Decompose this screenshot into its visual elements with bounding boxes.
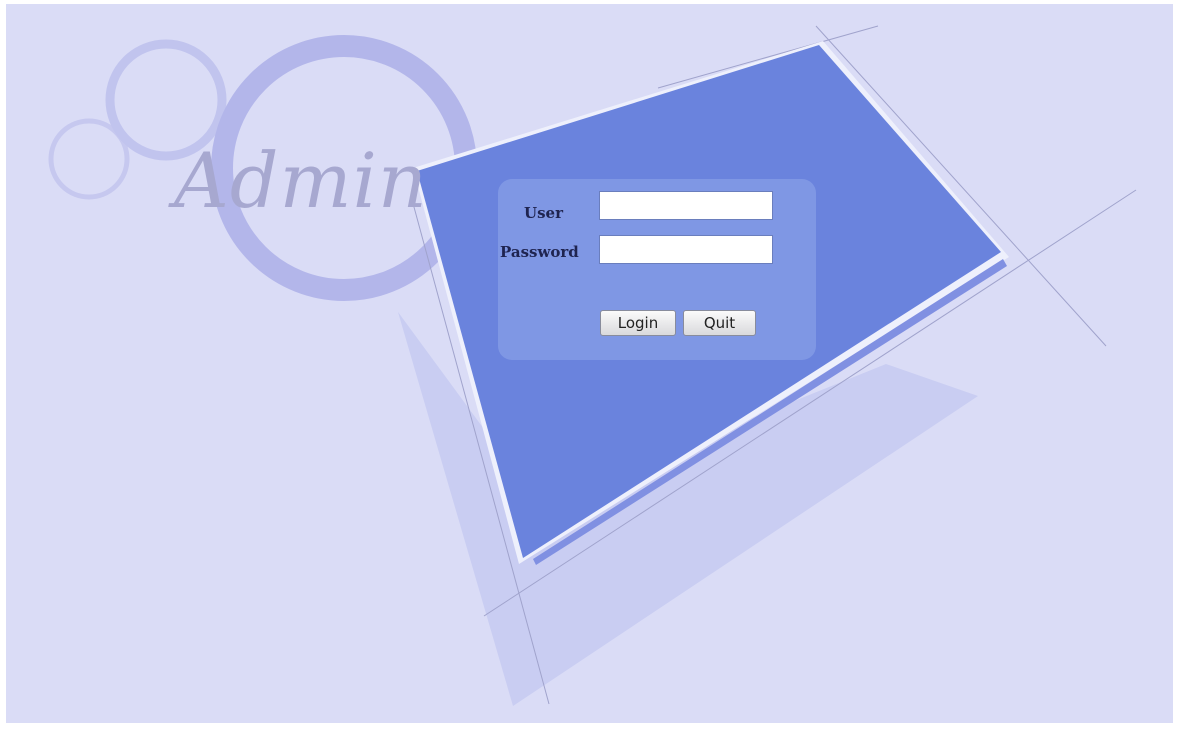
password-input[interactable] bbox=[599, 235, 773, 264]
admin-brand-title: Admin bbox=[174, 136, 428, 225]
decorative-background-art bbox=[48, 25, 1137, 706]
quit-button[interactable]: Quit bbox=[683, 310, 756, 336]
user-input[interactable] bbox=[599, 191, 773, 220]
login-form: User Password Login Quit bbox=[498, 179, 816, 360]
login-button[interactable]: Login bbox=[600, 310, 676, 336]
page-background: Admin User Password Login Quit bbox=[6, 4, 1173, 723]
password-label: Password bbox=[500, 243, 579, 261]
user-label: User bbox=[524, 204, 563, 222]
